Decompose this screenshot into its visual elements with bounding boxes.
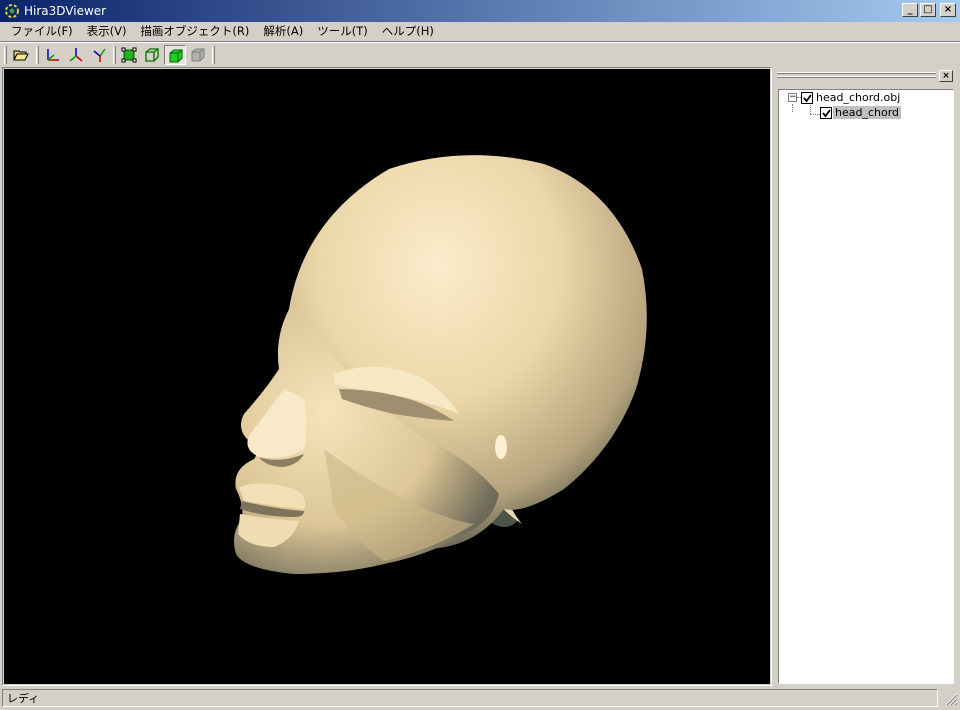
title-bar[interactable]: Hira3DViewer _ □ × (0, 0, 960, 22)
wireframe-icon (145, 48, 159, 62)
view-xy-axes-icon (47, 49, 59, 61)
minimize-icon: _ (907, 4, 913, 15)
menu-view[interactable]: 表示(V) (80, 23, 134, 40)
open-folder-icon (13, 50, 29, 61)
menu-tools[interactable]: ツール(T) (310, 23, 375, 40)
menu-help[interactable]: ヘルプ(H) (375, 23, 441, 40)
view-yz-button[interactable] (65, 45, 87, 65)
toolbar-grip[interactable] (4, 46, 7, 64)
toolbar (0, 43, 960, 67)
checkmark-icon (822, 109, 831, 118)
maximize-icon: □ (923, 4, 933, 15)
window-title: Hira3DViewer (24, 4, 107, 18)
menu-bar: ファイル(F) 表示(V) 描画オブジェクト(R) 解析(A) ツール(T) ヘ… (0, 22, 960, 41)
head-model (234, 155, 647, 574)
view-zx-button[interactable] (88, 45, 110, 65)
checkmark-icon (803, 94, 812, 103)
fit-view-button[interactable] (118, 45, 140, 65)
solid-shading-icon (169, 49, 183, 63)
status-pane: レディ (2, 689, 938, 707)
object-tree-panel: × − head_chord.obj head_chord (775, 67, 958, 686)
object-tree[interactable]: − head_chord.obj head_chord (778, 89, 954, 684)
toolbar-grip[interactable] (113, 46, 116, 64)
hidden-line-icon (191, 48, 205, 62)
tree-node-label-selected: head_chord (833, 106, 902, 119)
menu-file[interactable]: ファイル(F) (4, 23, 80, 40)
menu-analysis[interactable]: 解析(A) (256, 23, 310, 40)
resize-grip-icon[interactable] (944, 692, 958, 706)
minus-icon: − (789, 92, 797, 102)
fit-view-icon (121, 47, 137, 63)
view-xy-button[interactable] (42, 45, 64, 65)
solid-shading-button[interactable] (164, 45, 186, 65)
close-button[interactable]: × (940, 3, 956, 17)
close-icon: × (943, 4, 953, 15)
maximize-button[interactable]: □ (920, 3, 936, 17)
status-bar: レディ (0, 688, 960, 710)
panel-close-button[interactable]: × (939, 70, 953, 82)
app-logo-icon (5, 4, 19, 18)
view-yz-axes-icon (69, 48, 83, 62)
view-zx-axes-icon (93, 48, 106, 62)
close-icon: × (942, 71, 950, 81)
wireframe-button[interactable] (141, 45, 163, 65)
tree-node-object[interactable]: head_chord (779, 106, 949, 120)
tree-expander-collapse[interactable]: − (788, 93, 797, 102)
toolbar-grip[interactable] (36, 46, 39, 64)
hidden-line-button[interactable] (187, 45, 209, 65)
toolbar-grip[interactable] (212, 46, 215, 64)
panel-grip[interactable] (777, 70, 936, 80)
menu-draw-object[interactable]: 描画オブジェクト(R) (133, 23, 256, 40)
status-text: レディ (7, 692, 40, 705)
3d-viewport[interactable] (4, 69, 770, 684)
tree-node-file[interactable]: − head_chord.obj (779, 91, 949, 105)
tree-node-label: head_chord.obj (816, 91, 901, 104)
open-file-button[interactable] (10, 45, 32, 65)
tree-checkbox[interactable] (820, 107, 832, 119)
minimize-button[interactable]: _ (902, 3, 918, 17)
tree-checkbox[interactable] (801, 92, 813, 104)
